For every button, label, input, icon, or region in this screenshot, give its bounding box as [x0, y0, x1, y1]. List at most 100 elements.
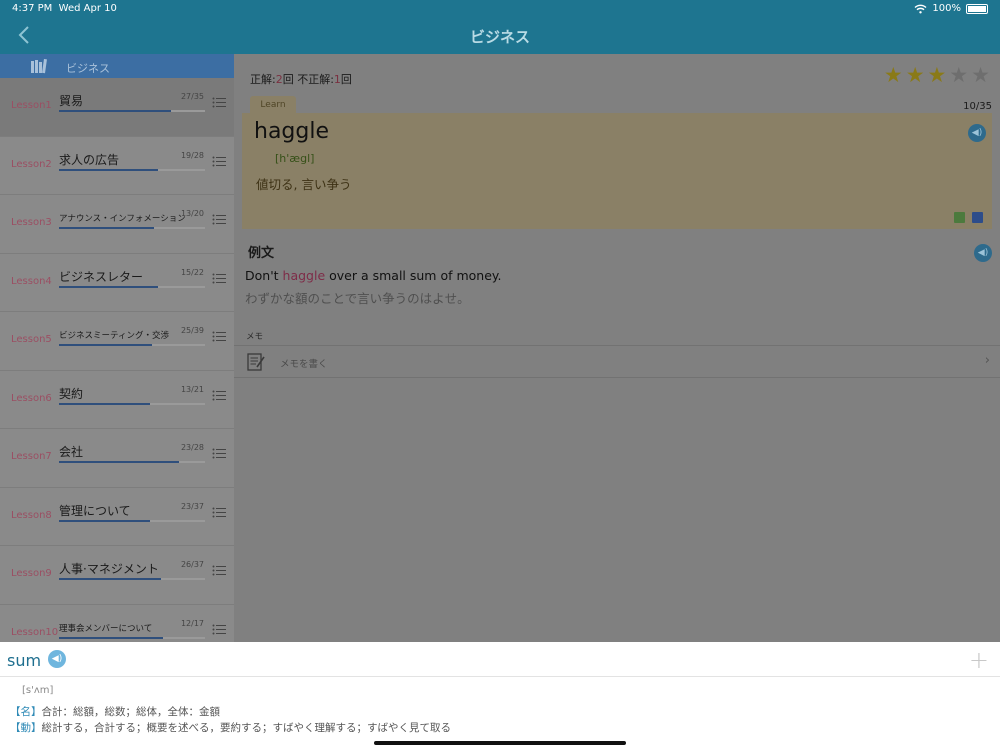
lesson-item[interactable]: Lesson4 ビジネスレター 15/22 — [0, 254, 234, 312]
list-icon[interactable] — [212, 448, 226, 459]
pos-noun: 【名】 — [10, 706, 42, 718]
lesson-progress-fill — [59, 285, 159, 288]
lesson-number: Lesson8 — [11, 509, 52, 521]
main-panel: 正解:2回 不正解:1回 ★ ★ ★ ★ ★ Learn 10/35 haggle [h… — [234, 54, 1000, 642]
lesson-item[interactable]: Lesson3 アナウンス・インフォメーション 13/20 — [0, 195, 234, 254]
lesson-count: 13/20 — [180, 209, 204, 218]
dictionary-speaker-icon[interactable]: ◀) — [48, 650, 66, 668]
lesson-item[interactable]: Lesson1 貿易 27/35 — [0, 78, 234, 137]
lesson-number: Lesson6 — [11, 392, 52, 404]
star-icon[interactable]: ★ — [949, 65, 968, 86]
memo-label: メモ — [246, 332, 264, 342]
date-text: Wed Apr 10 — [58, 3, 117, 14]
wrong-count: 1 — [333, 73, 341, 86]
lesson-progress-bar — [59, 461, 205, 463]
lesson-name: 契約 — [59, 386, 84, 401]
lesson-progress-bar — [59, 227, 205, 229]
lesson-progress-fill — [59, 461, 179, 463]
example-japanese: わずかな額のことで言い争うのはよせ。 — [245, 291, 470, 306]
lesson-name: 人事·マネジメント — [59, 562, 159, 576]
lesson-list: Lesson1 貿易 27/35 Lesson2 求人の広告 19/28 Lesson3 アナ… — [0, 78, 234, 642]
home-indicator[interactable] — [374, 741, 626, 745]
chevron-right-icon: › — [984, 353, 990, 368]
correct-count: 2 — [275, 73, 283, 86]
def-verb-text: 総計する，合計する；概要を述べる，要約する；すばやく理解する；すばやく見て取る — [41, 722, 452, 734]
rating-stars[interactable]: ★ ★ ★ ★ ★ — [884, 65, 990, 86]
lesson-progress-bar — [59, 578, 205, 580]
wrong-label: 回 不正解: — [282, 73, 334, 86]
lesson-number: Lesson10 — [11, 626, 59, 638]
list-icon[interactable] — [212, 97, 226, 108]
notepad-icon — [247, 353, 265, 371]
add-icon[interactable]: + — [969, 646, 989, 674]
green-tag-icon[interactable] — [954, 212, 965, 223]
battery-icon — [966, 3, 988, 14]
lesson-progress-bar — [59, 519, 205, 522]
lesson-name: 管理について — [59, 503, 131, 518]
lesson-progress-bar — [59, 168, 205, 171]
lesson-number: Lesson1 — [11, 100, 52, 111]
lesson-count: 27/35 — [180, 92, 204, 101]
dictionary-word: sum — [7, 651, 42, 670]
definition-verb: 【動】総計する，合計する；概要を述べる，要約する；すばやく理解する；すばやく見て… — [10, 720, 451, 735]
stats-icon[interactable] — [972, 212, 983, 223]
sidebar-header: ビジネス — [0, 54, 234, 78]
lesson-number: Lesson4 — [11, 275, 52, 287]
lesson-progress-fill — [59, 344, 153, 346]
status-time: 4:37 PM Wed Apr 10 — [12, 3, 117, 14]
phonetic: [h'ægl] — [275, 152, 315, 165]
pos-verb: 【動】 — [10, 722, 42, 734]
lesson-count: 19/28 — [180, 150, 204, 160]
definition-noun: 【名】合計：総額，総数；総体，全体：金額 — [10, 704, 220, 719]
lesson-name: アナウンス・インフォメーション — [59, 214, 186, 224]
word-progress: 10/35 — [963, 101, 992, 112]
lesson-name: 求人の広告 — [59, 152, 120, 167]
memo-row[interactable]: メモを書く › — [234, 345, 1000, 378]
list-icon[interactable] — [212, 156, 226, 167]
lesson-item[interactable]: Lesson6 契約 13/21 — [0, 371, 234, 429]
lesson-item[interactable]: Lesson2 求人の広告 19/28 — [0, 137, 234, 195]
dictionary-sheet: sum ◀) + [s'ʌm] 【名】合計：総額，総数；総体，全体：金額 【動】… — [0, 642, 1000, 750]
example-english: Don't haggle over a small sum of money. — [245, 268, 502, 283]
learn-tab[interactable]: Learn — [250, 96, 296, 114]
lesson-name: 理事会メンバーについて — [59, 623, 153, 634]
list-icon[interactable] — [212, 565, 226, 576]
lesson-number: Lesson5 — [11, 334, 52, 345]
example-en-part: Don't — [245, 268, 283, 283]
example-highlight: haggle — [282, 268, 326, 283]
star-icon[interactable]: ★ — [884, 65, 903, 86]
list-icon[interactable] — [212, 331, 226, 342]
list-icon[interactable] — [212, 390, 226, 401]
time-text: 4:37 PM — [12, 3, 53, 14]
lesson-progress-fill — [59, 519, 150, 522]
list-icon[interactable] — [212, 507, 226, 518]
dictionary-phonetic: [s'ʌm] — [22, 685, 54, 696]
speaker-icon[interactable]: ◀) — [968, 124, 986, 142]
example-speaker-icon[interactable]: ◀) — [974, 244, 992, 262]
lesson-progress-bar — [59, 285, 205, 288]
lesson-item[interactable]: Lesson8 管理について 23/37 — [0, 488, 234, 546]
word-meaning: 値切る, 言い争う — [256, 177, 352, 192]
lesson-count: 12/17 — [180, 618, 204, 628]
lesson-count: 26/37 — [180, 560, 204, 569]
lesson-progress-fill — [59, 402, 150, 405]
lesson-item[interactable]: Lesson5 ビジネスミーティング・交渉 25/39 — [0, 312, 234, 371]
star-icon[interactable]: ★ — [928, 65, 947, 86]
lesson-item[interactable]: Lesson10 理事会メンバーについて 12/17 — [0, 605, 234, 643]
list-icon[interactable] — [212, 214, 226, 225]
lesson-item[interactable]: Lesson7 会社 23/28 — [0, 429, 234, 488]
list-icon[interactable] — [212, 273, 226, 284]
lesson-number: Lesson2 — [11, 158, 52, 170]
lesson-count: 15/22 — [180, 267, 204, 277]
star-icon[interactable]: ★ — [906, 65, 925, 86]
memo-placeholder: メモを書く — [280, 359, 328, 370]
star-icon[interactable]: ★ — [971, 65, 990, 86]
example-heading: 例文 — [248, 246, 275, 261]
word-card: haggle [h'ægl] 値切る, 言い争う ◀) — [242, 113, 992, 229]
lesson-count: 23/28 — [180, 443, 204, 452]
list-icon[interactable] — [212, 624, 226, 635]
lesson-progress-bar — [59, 636, 205, 639]
app-window: 4:37 PM Wed Apr 10 100% ビジネス ビジネス Lesson… — [0, 0, 1000, 750]
lesson-item[interactable]: Lesson9 人事·マネジメント 26/37 — [0, 546, 234, 605]
lesson-name: 会社 — [59, 445, 84, 459]
